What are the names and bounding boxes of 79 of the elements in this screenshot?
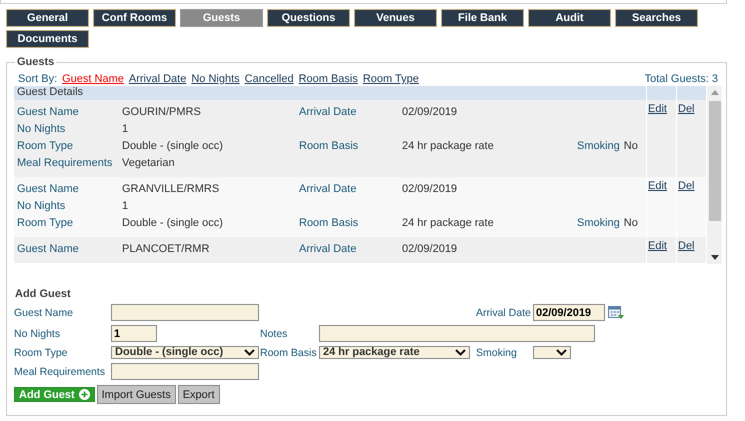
field-value: 24 hr package rate [402,216,495,228]
sort-link[interactable]: No Nights [191,73,240,85]
field-label: Smoking [577,140,620,152]
edit-link[interactable]: Edit [648,240,667,252]
field-label: Room Basis [260,346,318,358]
nav-tab[interactable]: Conf Rooms [93,9,176,27]
nav-tab[interactable]: General [6,9,89,27]
total-guests: Total Guests: 3 [644,73,718,85]
field-label: Room Basis [299,140,360,152]
field-label: Room Type [17,216,74,228]
room-type-select[interactable]: Double - (single occ) [111,346,259,359]
plus-icon [78,389,90,400]
field-label: Notes [260,328,288,340]
field-label: Arrival Date [476,306,532,318]
delete-link[interactable]: Del [678,180,695,192]
scroll-thumb[interactable] [708,101,720,221]
action-button[interactable]: Import Guests [96,385,176,404]
nav-tab[interactable]: Audit [528,9,611,27]
nights-field[interactable]: 1 [111,325,157,342]
sort-link[interactable]: Room Basis [298,73,358,85]
field-value: 02/09/2019 [402,242,458,254]
nav-tab[interactable]: Documents [6,30,89,48]
field-label: Smoking [476,346,518,358]
nav-tab[interactable]: Questions [267,9,350,27]
panel-legend: Guests [15,56,56,68]
delete-link[interactable]: Del [678,103,695,115]
notes-field[interactable] [319,325,595,342]
field-value: 1 [122,200,130,212]
nav-tab[interactable]: Venues [354,9,437,27]
field-label: No Nights [17,200,66,212]
field-value: No [624,140,638,152]
calendar-icon[interactable] [608,306,624,320]
nav-tab[interactable]: Searches [615,9,698,27]
edit-link[interactable]: Edit [648,103,667,115]
sort-link[interactable]: Cancelled [244,73,294,85]
meal-field[interactable] [111,363,259,380]
field-label: Arrival Date [299,242,358,254]
delete-link[interactable]: Del [678,240,695,252]
field-label: Guest Name [17,106,80,118]
field-value: Double - (single occ) [122,140,224,152]
room-basis-select[interactable]: 24 hr package rate [319,346,470,359]
add-guest-title: Add Guest [14,287,72,302]
field-label: Room Basis [299,216,360,228]
smoking-select[interactable] [533,346,571,359]
field-label: Smoking [577,216,620,228]
sort-link[interactable]: Room Type [362,73,419,85]
scrollbar[interactable] [707,86,722,264]
field-value: GOURIN/PMRS [122,106,202,118]
nav-tab[interactable]: File Bank [441,9,524,27]
sort-link[interactable]: Guest Name [62,73,124,85]
field-label: Guest Name [14,306,74,318]
sort-link[interactable]: Arrival Date [128,73,186,85]
field-label: No Nights [14,328,62,340]
list-header: Guest Details [14,86,647,100]
field-value: Vegetarian [122,156,176,168]
field-label: Guest Name [17,182,80,194]
field-label: No Nights [17,122,66,134]
field-label: Meal Requirements [14,366,106,378]
arrival-date-field[interactable]: 02/09/2019 [533,304,605,321]
field-label: Room Type [17,140,74,152]
field-value: 24 hr package rate [402,140,495,152]
field-value: 02/09/2019 [402,106,458,118]
scroll-down-icon[interactable] [710,255,718,260]
field-label: Arrival Date [299,106,358,118]
sort-label: Sort By: [18,73,58,85]
field-value: GRANVILLE/RMRS [122,182,220,194]
field-label: Arrival Date [299,182,358,194]
edit-link[interactable]: Edit [648,180,667,192]
field-value: PLANCOET/RMR [122,242,210,254]
scroll-up-icon[interactable] [710,90,718,95]
field-value: 02/09/2019 [402,182,458,194]
field-value: 1 [122,122,130,134]
action-button[interactable]: Export [178,385,220,404]
field-label: Room Type [14,346,68,358]
guest-name-field[interactable] [111,304,259,321]
field-value: Double - (single occ) [122,216,224,228]
field-label: Meal Requirements [17,156,114,168]
field-value: No [624,216,638,228]
field-label: Guest Name [17,242,80,254]
